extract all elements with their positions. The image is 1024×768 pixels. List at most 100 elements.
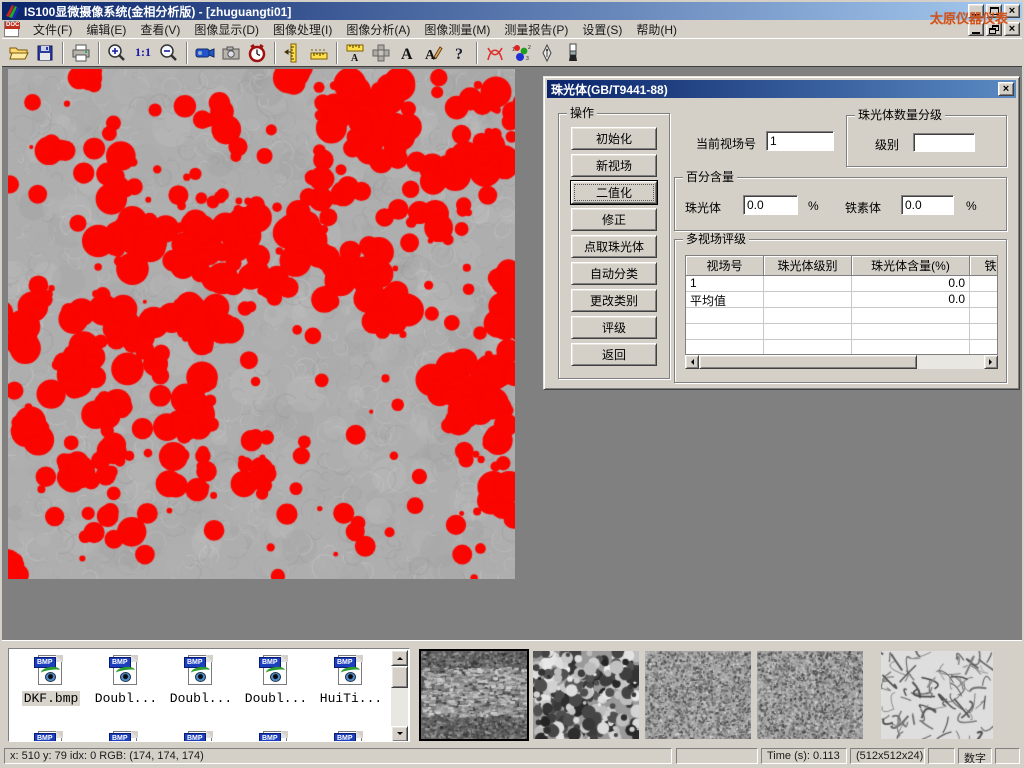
file-item[interactable]: BMP Doubl...: [240, 655, 312, 706]
scrollbar-thumb[interactable]: [391, 666, 408, 688]
table-row-empty: [686, 308, 998, 324]
dialog-titlebar[interactable]: 珠光体(GB/T9441-88) ×: [547, 80, 1016, 98]
column-header[interactable]: 视场号: [686, 256, 764, 276]
pick-pearlite-button[interactable]: 点取珠光体: [571, 235, 657, 258]
file-item[interactable]: BMP Doubl...: [90, 655, 162, 706]
auto-classify-button[interactable]: 自动分类: [571, 262, 657, 285]
file-item[interactable]: BMP: [315, 731, 387, 742]
svg-text:?: ?: [455, 46, 463, 63]
return-button[interactable]: 返回: [571, 343, 657, 366]
menu-item-file[interactable]: 文件(F): [26, 20, 79, 39]
snapshot-button[interactable]: [218, 41, 244, 65]
file-name[interactable]: DKF.bmp: [22, 691, 81, 706]
video-capture-button[interactable]: [192, 41, 218, 65]
thumbnail-2[interactable]: [533, 651, 639, 739]
stitch-button[interactable]: [368, 41, 394, 65]
column-header[interactable]: 铁素体: [970, 256, 998, 276]
curve-measure-button[interactable]: [482, 41, 508, 65]
actual-size-button[interactable]: 1:1: [130, 41, 156, 65]
save-button[interactable]: [32, 41, 58, 65]
window-close-button[interactable]: ×: [1004, 4, 1020, 18]
window-maximize-button[interactable]: [986, 4, 1002, 18]
mdi-minimize-button[interactable]: [968, 22, 984, 36]
menu-item-image-measure[interactable]: 图像测量(M): [417, 20, 497, 39]
file-item[interactable]: BMP Doubl...: [165, 655, 237, 706]
rating-table[interactable]: 视场号 珠光体级别 珠光体含量(%) 铁素体 1 0.0 平均值 0.0: [685, 255, 998, 355]
column-header[interactable]: 珠光体含量(%): [852, 256, 970, 276]
status-image-size: (512x512x24): [850, 748, 925, 764]
file-item[interactable]: BMP: [240, 731, 312, 742]
column-header[interactable]: 珠光体级别: [764, 256, 852, 276]
thumbnail-5[interactable]: [881, 651, 993, 739]
file-item[interactable]: BMP DKF.bmp: [15, 655, 87, 706]
ferrite-percent-input[interactable]: [901, 195, 954, 215]
file-browser-scrollbar[interactable]: [391, 650, 408, 742]
scroll-right-button[interactable]: [984, 355, 998, 369]
file-browser[interactable]: BMP DKF.bmp BMP Doubl... BMP Doubl... BM…: [8, 648, 410, 742]
file-name[interactable]: Doubl...: [168, 691, 234, 706]
scroll-left-button[interactable]: [685, 355, 699, 369]
thumbnail-4-canvas: [757, 651, 863, 739]
caliper-icon: [283, 43, 303, 63]
menu-item-edit[interactable]: 编辑(E): [79, 20, 133, 39]
text-annotation-button[interactable]: A: [394, 41, 420, 65]
initialize-button[interactable]: 初始化: [571, 127, 657, 150]
menu-item-measure-report[interactable]: 测量报告(P): [497, 20, 575, 39]
print-button[interactable]: [68, 41, 94, 65]
dialog-close-button[interactable]: ×: [998, 82, 1014, 96]
particle-count-button[interactable]: 123: [508, 41, 534, 65]
open-file-button[interactable]: [6, 41, 32, 65]
menu-item-settings[interactable]: 设置(S): [575, 20, 629, 39]
edit-text-button[interactable]: A: [420, 41, 446, 65]
menu-item-image-processing[interactable]: 图像处理(I): [266, 20, 339, 39]
menu-item-image-analysis[interactable]: 图像分析(A): [339, 20, 417, 39]
window-title: IS100显微摄像系统(金相分析版) - [zhuguangti01]: [24, 3, 291, 20]
menu-item-image-display[interactable]: 图像显示(D): [187, 20, 266, 39]
mdi-close-button[interactable]: ×: [1004, 22, 1020, 36]
micrograph-canvas[interactable]: [8, 69, 515, 579]
thumbnail-1[interactable]: [421, 651, 527, 739]
file-item[interactable]: BMP: [15, 731, 87, 742]
window-minimize-button[interactable]: [968, 4, 984, 18]
pearlite-percent-sign: %: [808, 199, 819, 213]
table-horizontal-scrollbar[interactable]: [685, 355, 998, 369]
grade-button[interactable]: 评级: [571, 316, 657, 339]
measure-text-button[interactable]: A: [342, 41, 368, 65]
pearlite-percent-input[interactable]: [743, 195, 798, 215]
brush-button[interactable]: [560, 41, 586, 65]
correct-button[interactable]: 修正: [571, 208, 657, 231]
new-field-button[interactable]: 新视场: [571, 154, 657, 177]
grading-group-label: 珠光体数量分级: [855, 108, 945, 122]
ruler-text-icon: A: [345, 43, 365, 63]
zoom-in-button[interactable]: [104, 41, 130, 65]
file-item[interactable]: BMP: [165, 731, 237, 742]
file-name[interactable]: Doubl...: [93, 691, 159, 706]
table-header-row: 视场号 珠光体级别 珠光体含量(%) 铁素体: [686, 256, 998, 276]
menu-item-help[interactable]: 帮助(H): [629, 20, 684, 39]
file-item[interactable]: BMP HuiTi...: [315, 655, 387, 706]
current-field-input[interactable]: [766, 131, 834, 151]
table-row[interactable]: 平均值 0.0: [686, 292, 998, 308]
table-row[interactable]: 1 0.0: [686, 276, 998, 292]
scrollbar-thumb[interactable]: [699, 355, 917, 369]
change-class-button[interactable]: 更改类别: [571, 289, 657, 312]
scroll-down-button[interactable]: [391, 726, 408, 742]
dialog-title: 珠光体(GB/T9441-88): [551, 81, 668, 98]
timer-button[interactable]: [244, 41, 270, 65]
level-input[interactable]: [913, 133, 975, 152]
scroll-up-button[interactable]: [391, 650, 408, 666]
caliper-button[interactable]: [280, 41, 306, 65]
menu-item-view[interactable]: 查看(V): [133, 20, 187, 39]
zoom-out-button[interactable]: [156, 41, 182, 65]
mdi-restore-button[interactable]: [986, 22, 1002, 36]
picker-button[interactable]: [534, 41, 560, 65]
thumbnail-3[interactable]: [645, 651, 751, 739]
svg-text:A: A: [401, 46, 413, 63]
binarize-button[interactable]: 二值化: [571, 181, 657, 204]
thumbnail-4[interactable]: [757, 651, 863, 739]
file-name[interactable]: Doubl...: [243, 691, 309, 706]
file-item[interactable]: BMP: [90, 731, 162, 742]
file-name[interactable]: HuiTi...: [318, 691, 384, 706]
help-button[interactable]: ?: [446, 41, 472, 65]
ruler-button[interactable]: [306, 41, 332, 65]
